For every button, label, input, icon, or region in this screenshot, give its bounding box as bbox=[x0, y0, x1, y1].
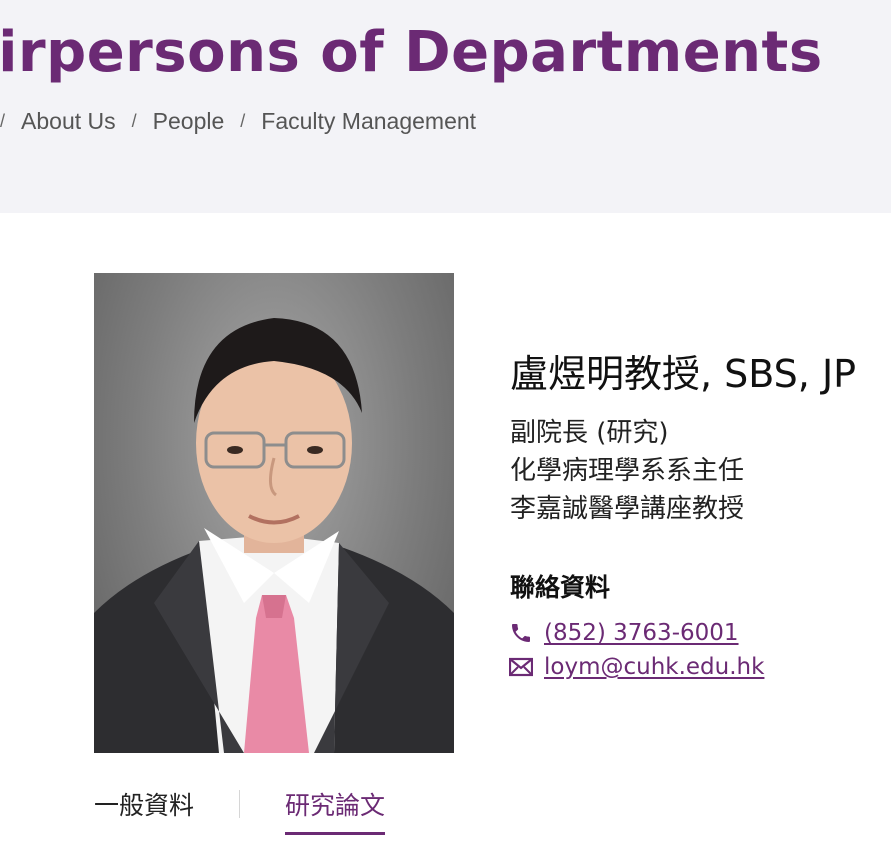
profile-titles: 副院長 (研究) 化學病理學系系主任 李嘉誠醫學講座教授 bbox=[510, 414, 744, 528]
profile-photo bbox=[94, 273, 454, 753]
page-hero: airpersons of Departments / About Us / P… bbox=[0, 0, 891, 213]
profile-tabs: 一般資料 研究論文 bbox=[94, 786, 386, 835]
page-title: airpersons of Departments bbox=[0, 20, 823, 85]
breadcrumb-about-us[interactable]: About Us bbox=[21, 108, 116, 135]
tab-research-publications[interactable]: 研究論文 bbox=[285, 786, 386, 835]
profile-title-line: 化學病理學系系主任 bbox=[510, 456, 745, 486]
profile-title-line: 副院長 (研究) bbox=[510, 418, 669, 448]
phone-icon bbox=[508, 620, 534, 646]
phone-link[interactable]: (852) 3763-6001 bbox=[544, 620, 739, 646]
contact-phone-row: (852) 3763-6001 bbox=[508, 620, 739, 646]
tab-general-info[interactable]: 一般資料 bbox=[94, 786, 194, 832]
breadcrumb: / About Us / People / Faculty Management bbox=[0, 108, 476, 135]
breadcrumb-faculty-management[interactable]: Faculty Management bbox=[261, 108, 476, 135]
profile-title-line: 李嘉誠醫學講座教授 bbox=[510, 494, 745, 524]
tab-divider bbox=[239, 790, 241, 818]
contact-heading: 聯絡資料 bbox=[510, 573, 611, 602]
breadcrumb-separator: / bbox=[240, 111, 246, 131]
profile-name: 盧煜明教授, SBS, JP bbox=[510, 352, 857, 396]
breadcrumb-separator: / bbox=[0, 111, 6, 131]
email-link[interactable]: loym@cuhk.edu.hk bbox=[544, 654, 764, 680]
contact-email-row: loym@cuhk.edu.hk bbox=[508, 654, 764, 680]
breadcrumb-people[interactable]: People bbox=[153, 108, 225, 135]
envelope-icon bbox=[508, 654, 534, 680]
portrait-image bbox=[94, 318, 454, 753]
breadcrumb-separator: / bbox=[131, 111, 137, 131]
